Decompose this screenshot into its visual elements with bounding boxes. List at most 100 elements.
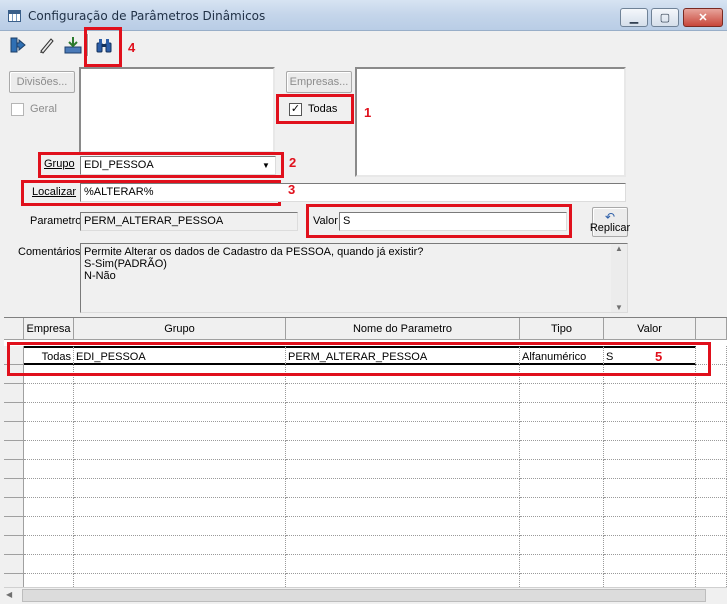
empty-cell[interactable]	[74, 460, 286, 479]
column-header-nome-parametro[interactable]: Nome do Parametro	[286, 318, 520, 340]
empty-cell[interactable]	[696, 460, 727, 479]
clear-button[interactable]	[34, 33, 58, 57]
row-indicator[interactable]	[4, 517, 24, 536]
empty-cell[interactable]	[74, 555, 286, 574]
comentarios-scrollbar[interactable]: ▲ ▼	[611, 244, 627, 312]
empty-cell[interactable]	[520, 479, 604, 498]
empty-cell[interactable]	[74, 403, 286, 422]
column-header-tipo[interactable]: Tipo	[520, 318, 604, 340]
empty-cell[interactable]	[74, 479, 286, 498]
empty-cell[interactable]	[604, 422, 696, 441]
empty-cell[interactable]	[696, 574, 727, 587]
geral-checkbox[interactable]	[11, 103, 24, 116]
grupo-select[interactable]: EDI_PESSOA ▼	[80, 156, 276, 175]
empty-cell[interactable]	[520, 403, 604, 422]
empty-cell[interactable]	[696, 384, 727, 403]
empty-cell[interactable]	[604, 403, 696, 422]
empty-cell[interactable]	[286, 422, 520, 441]
row-indicator[interactable]	[4, 441, 24, 460]
empty-cell[interactable]	[696, 517, 727, 536]
empresas-button[interactable]: Empresas...	[286, 71, 352, 93]
empty-cell[interactable]	[286, 555, 520, 574]
empty-cell[interactable]	[604, 574, 696, 587]
empty-cell[interactable]	[24, 479, 74, 498]
empty-cell[interactable]	[604, 441, 696, 460]
empty-cell[interactable]	[286, 403, 520, 422]
empty-cell[interactable]	[696, 555, 727, 574]
row-indicator[interactable]	[4, 498, 24, 517]
row-indicator[interactable]	[4, 555, 24, 574]
exit-button[interactable]	[6, 33, 30, 57]
scroll-down-icon[interactable]: ▼	[611, 303, 627, 312]
valor-input[interactable]: S	[339, 212, 567, 231]
empty-cell[interactable]	[74, 384, 286, 403]
empty-cell[interactable]	[604, 460, 696, 479]
empty-cell[interactable]	[520, 555, 604, 574]
row-indicator[interactable]	[4, 422, 24, 441]
empty-cell[interactable]	[24, 403, 74, 422]
horizontal-scrollbar[interactable]: ◀	[4, 587, 727, 604]
empty-cell[interactable]	[604, 517, 696, 536]
empty-cell[interactable]	[24, 517, 74, 536]
empty-cell[interactable]	[74, 536, 286, 555]
empty-cell[interactable]	[520, 517, 604, 536]
empresas-list[interactable]	[355, 67, 626, 177]
empty-cell[interactable]	[696, 422, 727, 441]
replicar-button[interactable]: ↶ Replicar	[590, 207, 630, 237]
maximize-button[interactable]: ▢	[651, 8, 679, 27]
empty-cell[interactable]	[286, 517, 520, 536]
empty-cell[interactable]	[24, 422, 74, 441]
row-indicator[interactable]	[4, 536, 24, 555]
empty-cell[interactable]	[74, 422, 286, 441]
grid-body[interactable]: Todas EDI_PESSOA PERM_ALTERAR_PESSOA Alfanu…	[4, 341, 727, 587]
empty-cell[interactable]	[24, 555, 74, 574]
close-button[interactable]: ✕	[683, 8, 723, 27]
empty-cell[interactable]	[74, 498, 286, 517]
empty-cell[interactable]	[74, 441, 286, 460]
empty-cell[interactable]	[74, 517, 286, 536]
empty-cell[interactable]	[604, 536, 696, 555]
empty-cell[interactable]	[520, 422, 604, 441]
empty-cell[interactable]	[696, 479, 727, 498]
chevron-down-icon[interactable]: ▼	[259, 159, 273, 172]
divisoes-list[interactable]	[79, 67, 275, 153]
empty-cell[interactable]	[24, 460, 74, 479]
row-indicator[interactable]	[4, 479, 24, 498]
empty-cell[interactable]	[520, 460, 604, 479]
row-indicator[interactable]	[4, 384, 24, 403]
empty-cell[interactable]	[24, 498, 74, 517]
column-header-valor[interactable]: Valor	[604, 318, 696, 340]
empty-cell[interactable]	[696, 403, 727, 422]
row-indicator[interactable]	[4, 460, 24, 479]
empty-cell[interactable]	[520, 384, 604, 403]
empty-cell[interactable]	[286, 460, 520, 479]
localizar-input[interactable]: %ALTERAR%	[80, 183, 626, 202]
empty-cell[interactable]	[604, 479, 696, 498]
empty-cell[interactable]	[24, 384, 74, 403]
empty-cell[interactable]	[520, 574, 604, 587]
row-indicator[interactable]	[4, 403, 24, 422]
empty-cell[interactable]	[286, 498, 520, 517]
empty-cell[interactable]	[696, 536, 727, 555]
empty-cell[interactable]	[24, 536, 74, 555]
empty-cell[interactable]	[286, 536, 520, 555]
empty-cell[interactable]	[696, 441, 727, 460]
todas-checkbox[interactable]: ✓	[289, 103, 302, 116]
minimize-button[interactable]: ▁	[620, 8, 648, 27]
empty-cell[interactable]	[696, 498, 727, 517]
empty-cell[interactable]	[286, 441, 520, 460]
empty-cell[interactable]	[604, 555, 696, 574]
empty-cell[interactable]	[286, 479, 520, 498]
empty-cell[interactable]	[286, 574, 520, 587]
save-button[interactable]	[61, 33, 85, 57]
scroll-thumb[interactable]	[22, 589, 706, 602]
empty-cell[interactable]	[286, 384, 520, 403]
scroll-left-icon[interactable]: ◀	[6, 590, 12, 599]
scroll-up-icon[interactable]: ▲	[611, 244, 627, 253]
row-indicator[interactable]	[4, 574, 24, 587]
column-header-empresa[interactable]: Empresa	[24, 318, 74, 340]
empty-cell[interactable]	[520, 536, 604, 555]
column-header-grupo[interactable]: Grupo	[74, 318, 286, 340]
empty-cell[interactable]	[604, 384, 696, 403]
empty-cell[interactable]	[24, 574, 74, 587]
